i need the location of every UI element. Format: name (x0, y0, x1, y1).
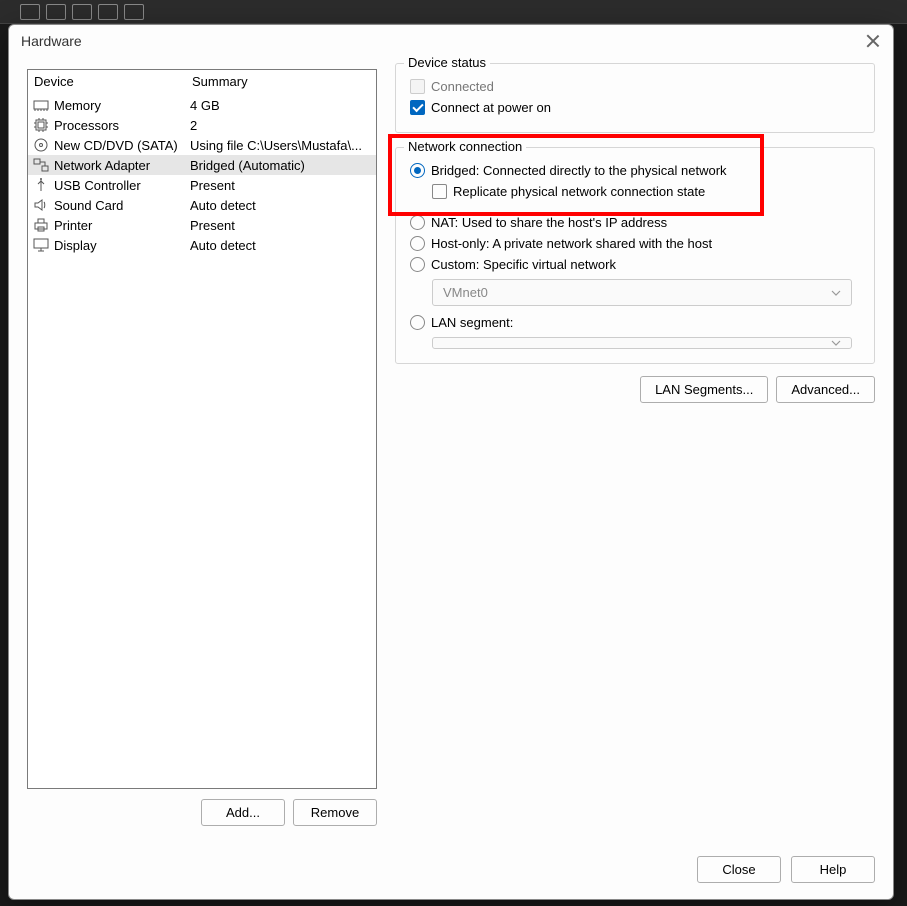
device-name: New CD/DVD (SATA) (54, 138, 190, 153)
device-list[interactable]: Device Summary Memory4 GBProcessors2New … (27, 69, 377, 789)
lan-segment-label: LAN segment: (431, 315, 513, 330)
replicate-label: Replicate physical network connection st… (453, 184, 705, 199)
dialog-titlebar: Hardware (9, 25, 893, 57)
device-status-legend: Device status (404, 55, 490, 70)
dialog-footer: Close Help (9, 844, 893, 899)
close-icon[interactable] (865, 33, 881, 49)
device-row-display[interactable]: DisplayAuto detect (28, 235, 376, 255)
device-summary: 4 GB (190, 98, 372, 113)
lan-segments-button[interactable]: LAN Segments... (640, 376, 768, 403)
toolbar-camera-icon[interactable] (98, 4, 118, 20)
bridged-radio[interactable] (410, 163, 425, 178)
connect-at-power-on-row[interactable]: Connect at power on (410, 97, 860, 118)
connect-at-power-on-label: Connect at power on (431, 100, 551, 115)
app-toolbar (0, 0, 907, 24)
connected-checkbox (410, 79, 425, 94)
remove-button[interactable]: Remove (293, 799, 377, 826)
toolbar-tabs-icon[interactable] (46, 4, 66, 20)
device-summary: Bridged (Automatic) (190, 158, 372, 173)
lan-segment-radio[interactable] (410, 315, 425, 330)
header-device: Device (34, 74, 192, 89)
device-row-memory[interactable]: Memory4 GB (28, 95, 376, 115)
device-row-usb[interactable]: USB ControllerPresent (28, 175, 376, 195)
left-pane: Device Summary Memory4 GBProcessors2New … (27, 69, 377, 826)
close-button[interactable]: Close (697, 856, 781, 883)
lan-segment-select (432, 337, 852, 349)
hostonly-row[interactable]: Host-only: A private network shared with… (410, 233, 860, 254)
cpu-icon (32, 117, 50, 133)
nat-radio[interactable] (410, 215, 425, 230)
custom-radio[interactable] (410, 257, 425, 272)
help-button[interactable]: Help (791, 856, 875, 883)
device-name: Sound Card (54, 198, 190, 213)
network-connection-group: Network connection Bridged: Connected di… (395, 147, 875, 364)
dialog-content: Device Summary Memory4 GBProcessors2New … (9, 57, 893, 844)
connect-at-power-on-checkbox[interactable] (410, 100, 425, 115)
device-name: Printer (54, 218, 190, 233)
connected-label: Connected (431, 79, 494, 94)
device-row-sound[interactable]: Sound CardAuto detect (28, 195, 376, 215)
printer-icon (32, 217, 50, 233)
device-summary: Auto detect (190, 198, 372, 213)
chevron-down-icon (831, 290, 841, 296)
device-summary: Present (190, 218, 372, 233)
network-buttons: LAN Segments... Advanced... (395, 376, 875, 403)
device-status-group: Device status Connected Connect at power… (395, 63, 875, 133)
custom-network-select: VMnet0 (432, 279, 852, 306)
replicate-row[interactable]: Replicate physical network connection st… (432, 181, 860, 202)
custom-label: Custom: Specific virtual network (431, 257, 616, 272)
device-name: Network Adapter (54, 158, 190, 173)
custom-network-value: VMnet0 (443, 285, 488, 300)
network-connection-legend: Network connection (404, 139, 526, 154)
toolbar-pin-icon[interactable] (72, 4, 92, 20)
device-summary: Present (190, 178, 372, 193)
device-summary: Auto detect (190, 238, 372, 253)
device-row-printer[interactable]: PrinterPresent (28, 215, 376, 235)
device-name: USB Controller (54, 178, 190, 193)
device-summary: 2 (190, 118, 372, 133)
bridged-row[interactable]: Bridged: Connected directly to the physi… (410, 160, 860, 181)
bridged-label: Bridged: Connected directly to the physi… (431, 163, 727, 178)
dialog-title: Hardware (21, 33, 82, 49)
hostonly-label: Host-only: A private network shared with… (431, 236, 712, 251)
device-name: Processors (54, 118, 190, 133)
add-button[interactable]: Add... (201, 799, 285, 826)
nat-row[interactable]: NAT: Used to share the host's IP address (410, 212, 860, 233)
device-row-disc[interactable]: New CD/DVD (SATA)Using file C:\Users\Mus… (28, 135, 376, 155)
nat-label: NAT: Used to share the host's IP address (431, 215, 667, 230)
toolbar-terminal-icon[interactable] (124, 4, 144, 20)
device-name: Memory (54, 98, 190, 113)
sound-icon (32, 197, 50, 213)
connected-row[interactable]: Connected (410, 76, 860, 97)
usb-icon (32, 177, 50, 193)
hostonly-radio[interactable] (410, 236, 425, 251)
display-icon (32, 237, 50, 253)
network-icon (32, 157, 50, 173)
advanced-button[interactable]: Advanced... (776, 376, 875, 403)
hardware-dialog: Hardware Device Summary Memory4 GBProces… (8, 24, 894, 900)
toolbar-layout-icon[interactable] (20, 4, 40, 20)
lan-segment-row[interactable]: LAN segment: (410, 312, 860, 333)
right-pane: Device status Connected Connect at power… (395, 69, 875, 826)
device-row-cpu[interactable]: Processors2 (28, 115, 376, 135)
replicate-checkbox[interactable] (432, 184, 447, 199)
memory-icon (32, 97, 50, 113)
device-name: Display (54, 238, 190, 253)
chevron-down-icon (831, 340, 841, 346)
device-row-network[interactable]: Network AdapterBridged (Automatic) (28, 155, 376, 175)
device-list-header: Device Summary (28, 70, 376, 95)
device-summary: Using file C:\Users\Mustafa\... (190, 138, 372, 153)
device-list-buttons: Add... Remove (27, 799, 377, 826)
disc-icon (32, 137, 50, 153)
custom-row[interactable]: Custom: Specific virtual network (410, 254, 860, 275)
header-summary: Summary (192, 74, 370, 89)
